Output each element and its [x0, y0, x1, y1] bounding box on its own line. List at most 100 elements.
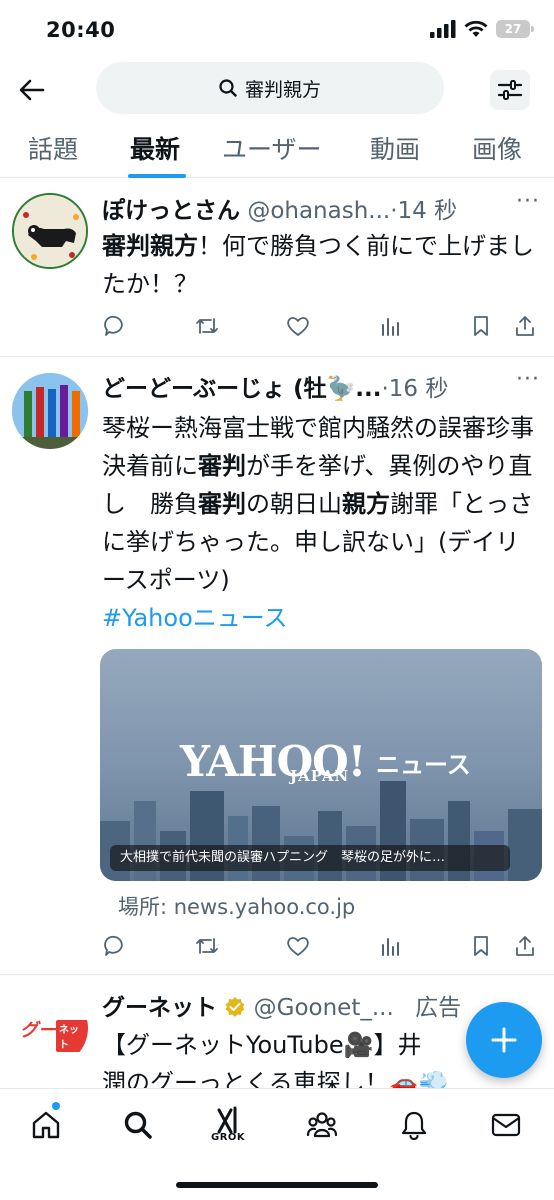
- search-icon: [219, 79, 237, 97]
- tab-users[interactable]: ユーザー: [222, 130, 322, 166]
- reply-button[interactable]: [100, 931, 130, 961]
- avatar[interactable]: [12, 373, 88, 449]
- reply-icon: [104, 315, 123, 336]
- tweet-time: 16 秒: [388, 376, 449, 402]
- repost-icon: [195, 318, 218, 334]
- views-button[interactable]: [375, 931, 405, 961]
- plus-icon: [491, 1027, 517, 1053]
- tweet-actions: [100, 311, 540, 341]
- advertiser-logo-sub: ネット: [56, 1020, 88, 1052]
- text-segment: の朝日山: [246, 490, 342, 518]
- tab-latest[interactable]: 最新: [130, 130, 180, 166]
- reply-icon: [104, 935, 123, 956]
- cellular-signal-icon: [430, 20, 456, 38]
- home-notification-dot: [52, 1102, 60, 1110]
- compose-button[interactable]: [466, 1002, 542, 1078]
- highlight-term: 親方: [342, 490, 390, 518]
- tweet-secondary-actions: [466, 311, 540, 341]
- display-name[interactable]: どーどーぶーじょ (牡🦤...: [102, 376, 381, 402]
- bell-icon: [401, 1111, 427, 1140]
- separator: ·: [381, 376, 389, 402]
- status-bar: 20:40 27: [0, 0, 554, 60]
- nav-home[interactable]: [26, 1105, 66, 1145]
- status-icons: 27: [430, 20, 534, 38]
- nav-communities[interactable]: [302, 1105, 342, 1145]
- highlight-term: 審判: [198, 452, 246, 480]
- verified-badge-icon: [225, 997, 245, 1017]
- separator: ·: [390, 198, 398, 224]
- status-time: 20:40: [46, 18, 116, 42]
- tweet-header: ぽけっとさん @ohanash...·14 秒: [102, 191, 540, 225]
- tweet-2[interactable]: どーどーぶーじょ (牡🦤...·16 秒 ··· 琴桜ー熱海富士戦で館内騒然の誤…: [0, 357, 554, 975]
- more-options-icon[interactable]: ···: [516, 189, 540, 214]
- tweet-text: 審判親方！何で勝負つく前にで上げましたか！？: [102, 227, 540, 303]
- highlight-term: 審判: [198, 490, 246, 518]
- tab-trending[interactable]: 話題: [28, 130, 78, 166]
- search-input[interactable]: 審判親方: [96, 62, 444, 114]
- tab-videos[interactable]: 動画: [370, 130, 420, 166]
- more-options-icon[interactable]: ···: [516, 367, 540, 392]
- back-button[interactable]: [14, 72, 50, 108]
- highlight-term: 審判親方: [102, 232, 198, 260]
- search-tabs: 話題 最新 ユーザー 動画 画像: [0, 124, 554, 178]
- back-arrow-icon: [19, 79, 45, 101]
- tweet-time: 14 秒: [397, 198, 458, 224]
- reply-button[interactable]: [100, 311, 130, 341]
- nav-messages[interactable]: [486, 1105, 526, 1145]
- share-button[interactable]: [510, 311, 540, 341]
- tweet-header: どーどーぶーじょ (牡🦤...·16 秒: [102, 369, 540, 403]
- search-query: 審判親方: [244, 78, 321, 101]
- mail-icon: [491, 1113, 521, 1137]
- tweet-actions: [100, 931, 540, 961]
- home-indicator: [176, 1182, 378, 1188]
- nav-notifications[interactable]: [394, 1105, 434, 1145]
- repost-button[interactable]: [192, 931, 222, 961]
- bookmark-button[interactable]: [466, 931, 496, 961]
- yahoo-japan-label: JAPAN: [290, 767, 350, 785]
- heart-icon: [287, 317, 309, 336]
- user-handle[interactable]: @ohanash...: [247, 198, 390, 224]
- grok-label: GROK: [211, 1132, 246, 1143]
- text-segment: 【グーネットYouTube🎥】井: [102, 1031, 422, 1059]
- avatar-image: [14, 195, 86, 267]
- like-button[interactable]: [283, 311, 313, 341]
- bookmark-button[interactable]: [466, 311, 496, 341]
- battery-level: 27: [504, 22, 522, 36]
- repost-button[interactable]: [192, 311, 222, 341]
- views-button[interactable]: [375, 311, 405, 341]
- advertiser-logo: グー: [20, 1020, 56, 1041]
- bookmark-icon: [474, 936, 488, 956]
- battery-icon: 27: [496, 20, 534, 38]
- user-handle[interactable]: @Goonet_...: [254, 995, 394, 1021]
- display-name[interactable]: ぽけっとさん: [102, 198, 240, 224]
- bookmark-icon: [474, 316, 488, 336]
- active-tab-indicator: [128, 174, 186, 178]
- display-name[interactable]: グーネット: [102, 995, 217, 1021]
- avatar[interactable]: [12, 193, 88, 269]
- yahoo-news-label: ニュース: [376, 751, 471, 779]
- ad-label: 広告: [415, 995, 462, 1021]
- tweet-text: 琴桜ー熱海富士戦で館内騒然の誤審珍事 決着前に審判が手を挙げ、異例のやり直し 勝…: [102, 409, 554, 637]
- hashtag-link[interactable]: #Yahooニュース: [102, 604, 288, 632]
- people-icon: [306, 1112, 338, 1138]
- like-button[interactable]: [283, 931, 313, 961]
- heart-icon: [287, 937, 309, 956]
- analytics-icon: [381, 938, 399, 956]
- nav-search[interactable]: [118, 1105, 158, 1145]
- card-source[interactable]: 場所: news.yahoo.co.jp: [118, 891, 355, 921]
- analytics-icon: [381, 318, 399, 336]
- card-caption: 大相撲で前代未聞の誤審ハプニング 琴桜の足が外に…: [110, 845, 510, 871]
- search-icon: [124, 1111, 152, 1139]
- share-button[interactable]: [510, 931, 540, 961]
- tab-images[interactable]: 画像: [472, 130, 522, 166]
- sliders-icon: [497, 80, 523, 100]
- tweet-1[interactable]: ぽけっとさん @ohanash...·14 秒 ··· 審判親方！何で勝負つく前…: [0, 179, 554, 357]
- advertiser-avatar[interactable]: グー ネット: [12, 990, 88, 1066]
- link-card[interactable]: YAHOO! JAPAN ニュース 大相撲で前代未聞の誤審ハプニング 琴桜の足が…: [100, 649, 542, 881]
- text-segment: 潤のグーっとくる車探し！🚗💨: [102, 1069, 449, 1088]
- repost-icon: [195, 938, 218, 954]
- top-bar: 審判親方: [0, 60, 554, 118]
- filter-button[interactable]: [490, 70, 530, 110]
- home-icon: [32, 1111, 60, 1139]
- share-icon: [516, 936, 534, 956]
